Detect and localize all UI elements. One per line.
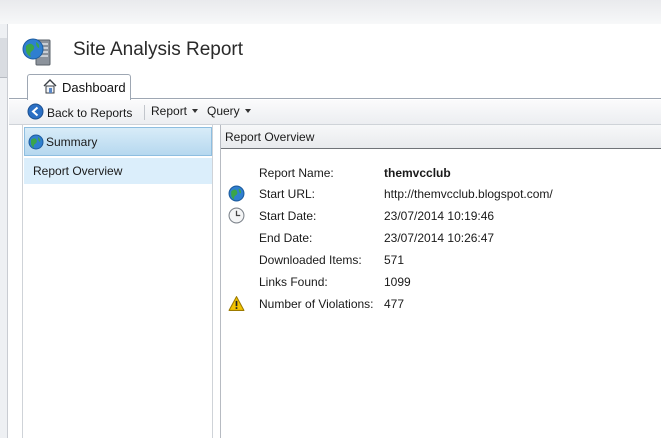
violations-value: 477: [384, 297, 405, 311]
report-menu-label: Report: [151, 104, 188, 118]
end-date-label: End Date:: [259, 231, 313, 245]
downloaded-items-value: 571: [384, 253, 405, 267]
panel-header-label: Report Overview: [225, 130, 315, 144]
start-url-row: Start URL: http://themvcclub.blogspot.co…: [221, 184, 661, 204]
violations-label: Number of Violations:: [259, 297, 374, 311]
query-menu[interactable]: Query: [207, 104, 251, 121]
start-url-value: http://themvcclub.blogspot.com/: [384, 187, 553, 201]
tab-dashboard-label: Dashboard: [62, 80, 126, 95]
end-date-row: End Date: 23/07/2014 10:26:47: [221, 228, 661, 248]
sidebar-item-summary[interactable]: Summary: [24, 127, 212, 156]
left-nav-strip: [0, 24, 8, 438]
links-found-value: 1099: [384, 275, 411, 289]
tab-dashboard[interactable]: Dashboard: [27, 74, 131, 100]
report-name-row: Report Name: themvcclub: [221, 163, 661, 183]
end-date-value: 23/07/2014 10:26:47: [384, 231, 495, 245]
start-date-value: 23/07/2014 10:19:46: [384, 209, 495, 223]
downloaded-items-label: Downloaded Items:: [259, 253, 362, 267]
toolbar: Back to Reports Report Query: [9, 100, 661, 125]
window-top-bar: [0, 0, 661, 24]
back-arrow-icon: [27, 103, 44, 120]
warning-icon: [228, 296, 245, 311]
chevron-down-icon: [192, 108, 199, 113]
report-name-value: themvcclub: [384, 166, 451, 180]
links-found-row: Links Found: 1099: [221, 272, 661, 292]
start-url-label: Start URL:: [259, 187, 316, 201]
panel-header: Report Overview: [221, 125, 661, 149]
chevron-down-icon: [244, 108, 251, 113]
downloaded-items-row: Downloaded Items: 571: [221, 250, 661, 270]
back-to-reports-label: Back to Reports: [47, 106, 133, 120]
start-date-row: Start Date: 23/07/2014 10:19:46: [221, 206, 661, 226]
violations-row: Number of Violations: 477: [221, 294, 661, 314]
links-found-label: Links Found:: [259, 275, 328, 289]
sidebar-item-label: Report Overview: [33, 164, 123, 178]
report-menu[interactable]: Report: [151, 104, 199, 121]
report-overview-panel: Report Overview Report Name: themvcclub …: [220, 125, 661, 438]
report-name-label: Report Name:: [259, 166, 334, 180]
sidebar-item-report-overview[interactable]: Report Overview: [24, 158, 212, 184]
start-date-label: Start Date:: [259, 209, 317, 223]
server-globe-icon: [22, 38, 51, 66]
sidebar-item-label: Summary: [46, 135, 98, 149]
tab-strip: Dashboard: [9, 74, 661, 100]
sidebar: Summary Report Overview: [22, 125, 213, 438]
globe-icon: [28, 134, 44, 150]
clock-icon: [228, 207, 245, 224]
toolbar-separator: [144, 105, 145, 120]
page-title: Site Analysis Report: [73, 39, 244, 60]
home-icon: [43, 79, 57, 94]
globe-icon: [228, 185, 245, 202]
app-header: Site Analysis Report: [9, 24, 661, 74]
query-menu-label: Query: [207, 104, 240, 118]
left-strip-notch: [0, 38, 7, 78]
